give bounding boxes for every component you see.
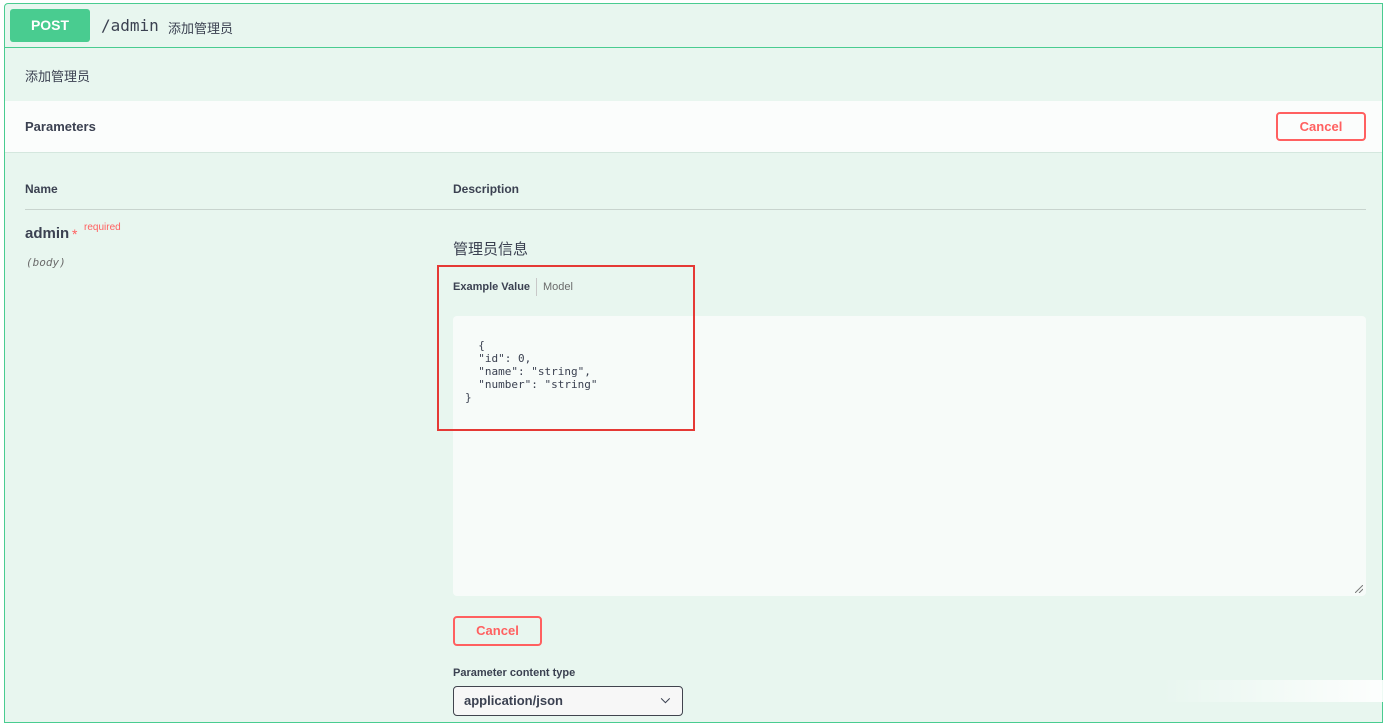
column-header-name: Name (25, 182, 58, 196)
chevron-down-icon: ⌵ (660, 692, 670, 706)
param-description: 管理员信息 (453, 241, 529, 258)
cancel-button-bottom[interactable]: Cancel (453, 616, 542, 646)
content-type-label: Parameter content type (453, 667, 576, 679)
annotation-highlight-box (437, 265, 695, 431)
parameters-title: Parameters (25, 119, 96, 134)
content-type-value: application/json (464, 693, 563, 708)
param-location: (body) (26, 256, 66, 269)
method-badge: POST (10, 9, 90, 42)
parameters-header: Parameters Cancel (5, 101, 1382, 153)
scroll-fade (1160, 680, 1383, 702)
operation-summary[interactable]: POST /admin 添加管理员 (5, 4, 1382, 48)
required-star: * (72, 226, 78, 242)
param-name: admin (25, 225, 70, 242)
operation-summary-text: 添加管理员 (168, 21, 234, 36)
operation-description: 添加管理员 (25, 69, 91, 84)
content-type-select[interactable]: application/json ⌵ (453, 686, 683, 716)
column-header-description: Description (453, 182, 520, 196)
resize-grip-icon[interactable] (1355, 585, 1363, 593)
required-label: required (84, 222, 121, 233)
column-divider (25, 209, 1366, 210)
operation-path: /admin (101, 16, 159, 35)
cancel-button-top[interactable]: Cancel (1276, 112, 1366, 141)
